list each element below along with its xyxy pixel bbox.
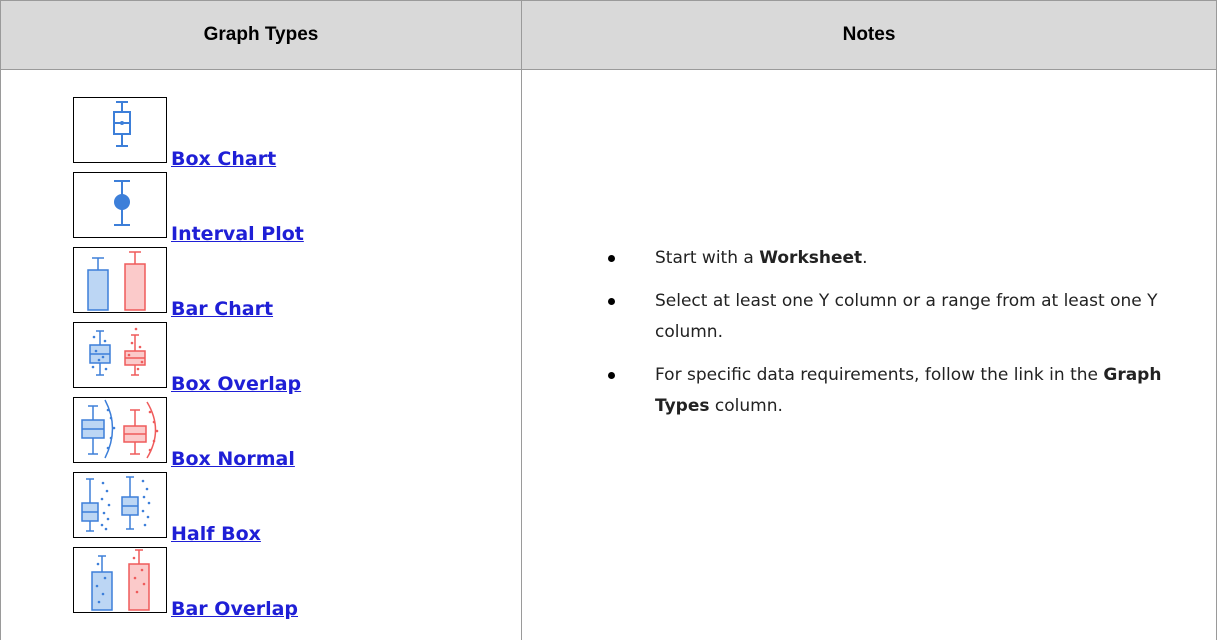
box-normal-icon[interactable] <box>73 397 167 463</box>
bullet-icon <box>608 255 615 262</box>
interval-plot-link[interactable]: Interval Plot <box>171 223 304 245</box>
notes-list: Start with a Worksheet. Select at least … <box>608 243 1168 434</box>
bar-chart-link[interactable]: Bar Chart <box>171 298 273 320</box>
interval-plot-icon[interactable] <box>73 172 167 238</box>
box-chart-icon[interactable] <box>73 97 167 163</box>
half-box-link[interactable]: Half Box <box>171 523 261 545</box>
bar-overlap-icon[interactable] <box>73 547 167 613</box>
graph-types-table: Graph Types Notes Box Chart Interval Plo… <box>0 0 1217 640</box>
note-item: Start with a Worksheet. <box>608 243 1168 274</box>
box-overlap-icon[interactable] <box>73 322 167 388</box>
box-normal-link[interactable]: Box Normal <box>171 448 295 470</box>
graph-types-header: Graph Types <box>0 0 521 70</box>
note-item: For specific data requirements, follow t… <box>608 360 1168 422</box>
column-divider <box>521 70 522 640</box>
note-item: Select at least one Y column or a range … <box>608 286 1168 348</box>
bar-chart-icon[interactable] <box>73 247 167 313</box>
bullet-icon <box>608 298 615 305</box>
box-overlap-link[interactable]: Box Overlap <box>171 373 301 395</box>
box-chart-link[interactable]: Box Chart <box>171 148 276 170</box>
half-box-icon[interactable] <box>73 472 167 538</box>
notes-header: Notes <box>521 0 1217 70</box>
graph-types-cell: Box Chart Interval Plot Bar Chart Box Ov… <box>0 70 521 640</box>
bar-overlap-link[interactable]: Bar Overlap <box>171 598 298 620</box>
bullet-icon <box>608 372 615 379</box>
